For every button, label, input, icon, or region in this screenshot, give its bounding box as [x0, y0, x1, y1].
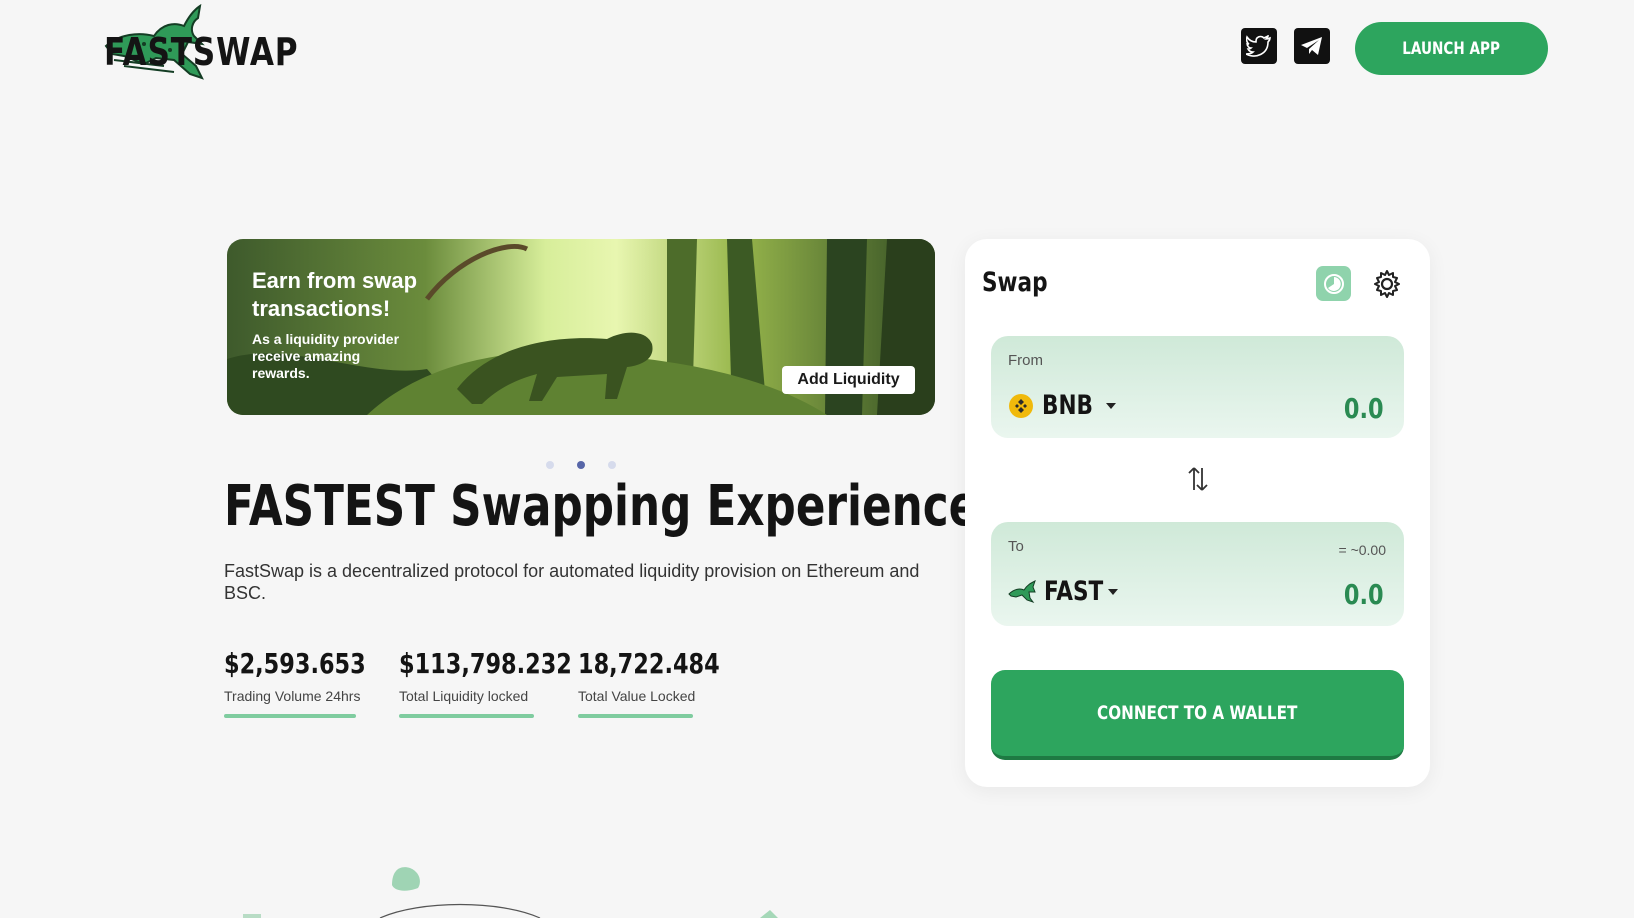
- from-token-selector[interactable]: BNB: [1008, 390, 1116, 421]
- carousel-dots: [546, 461, 616, 469]
- hero-title: FASTEST Swapping Experience: [224, 474, 979, 539]
- hero-description: FastSwap is a decentralized protocol for…: [224, 561, 920, 603]
- stat-underline: [578, 714, 693, 718]
- launch-app-button[interactable]: LAUNCH APP: [1355, 22, 1548, 75]
- decorative-shapes: [243, 867, 778, 918]
- twitter-icon: [1246, 35, 1271, 57]
- stat-value: $113,798.232: [399, 647, 572, 680]
- bnb-icon: [1009, 393, 1033, 418]
- promo-banner: Earn from swap transactions! As a liquid…: [227, 239, 935, 415]
- twitter-link[interactable]: [1241, 28, 1277, 64]
- chevron-down-icon: [1106, 402, 1116, 409]
- add-liquidity-button[interactable]: Add Liquidity: [782, 366, 915, 394]
- stat-label: Trading Volume 24hrs: [224, 688, 361, 704]
- stat-label: Total Value Locked: [578, 688, 696, 704]
- telegram-link[interactable]: [1294, 28, 1330, 64]
- connect-wallet-button[interactable]: CONNECT TO A WALLET: [991, 670, 1404, 760]
- stat-trading-volume: $2,593.653 Trading Volume 24hrs: [224, 647, 401, 718]
- swap-card: Swap From BNB 0.0 To = ~0.00 FAST 0.0 CO…: [965, 239, 1430, 787]
- to-token-selector[interactable]: FAST: [1008, 576, 1118, 607]
- stat-total-value-locked: 18,722.484 Total Value Locked: [578, 647, 755, 718]
- to-amount[interactable]: 0.0: [1344, 578, 1384, 611]
- carousel-dot-active[interactable]: [577, 461, 585, 469]
- banner-title: Earn from swap transactions!: [252, 268, 418, 321]
- banner-subtitle: As a liquidity provider receive amazing …: [252, 331, 400, 381]
- gear-icon: [1373, 269, 1400, 298]
- brand-name: FASTSWAP: [104, 30, 299, 74]
- swap-direction-icon[interactable]: [1185, 464, 1211, 494]
- to-token-name: FAST: [1044, 576, 1104, 607]
- history-button[interactable]: [1316, 266, 1351, 301]
- carousel-dot[interactable]: [608, 461, 616, 469]
- from-amount[interactable]: 0.0: [1344, 392, 1384, 425]
- clock-icon: [1323, 273, 1344, 294]
- to-label: To: [1008, 538, 1024, 555]
- from-label: From: [1008, 352, 1043, 369]
- carousel-dot[interactable]: [546, 461, 554, 469]
- stat-value: $2,593.653: [224, 647, 366, 680]
- stat-underline: [224, 714, 356, 718]
- stat-value: 18,722.484: [578, 647, 720, 680]
- from-token-name: BNB: [1042, 390, 1094, 421]
- header: FASTSWAP LAUNCH APP: [0, 0, 1634, 100]
- to-estimate: = ~0.00: [1338, 542, 1387, 558]
- swap-title: Swap: [982, 267, 1048, 298]
- fast-token-icon: [1008, 579, 1036, 603]
- stat-underline: [399, 714, 534, 718]
- telegram-icon: [1301, 37, 1322, 55]
- settings-button[interactable]: [1369, 266, 1404, 301]
- from-token-box: From BNB 0.0: [991, 336, 1404, 438]
- to-token-box: To = ~0.00 FAST 0.0: [991, 522, 1404, 626]
- chevron-down-icon: [1108, 588, 1118, 595]
